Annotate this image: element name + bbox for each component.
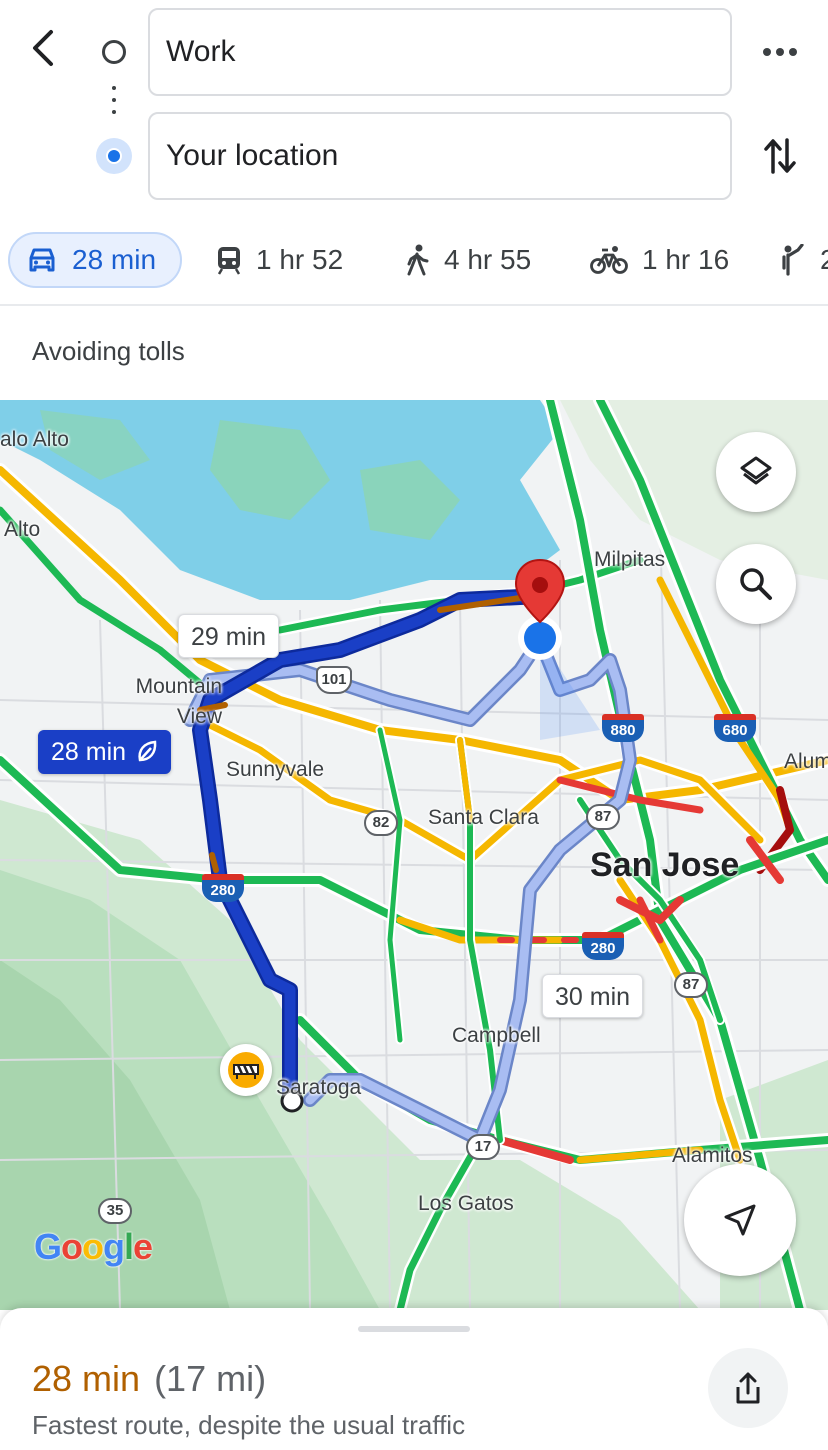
route-summary: 28 min (17 mi) — [32, 1358, 266, 1400]
origin-field-value: Work — [166, 35, 236, 68]
place-label: Alum — [784, 750, 828, 773]
google-logo: Google — [34, 1226, 153, 1267]
route-callout-label: 29 min — [191, 623, 267, 651]
hail-ride-icon — [782, 244, 804, 276]
train-icon — [217, 247, 241, 275]
route-callout-selected[interactable]: 28 min — [38, 730, 172, 774]
route-callout-label: 30 min — [555, 983, 631, 1011]
highway-shield: 87 — [674, 972, 708, 998]
highway-shield: 280 — [582, 932, 624, 960]
route-callout-label: 28 min — [51, 738, 127, 766]
route-duration: 28 min — [32, 1358, 141, 1399]
layers-icon — [740, 456, 772, 485]
place-label: Milpitas — [594, 548, 666, 571]
header-divider — [0, 304, 828, 306]
your-location-marker-icon — [96, 138, 132, 174]
navigation-arrow-icon — [724, 1204, 756, 1236]
directions-header: Work Your location 28 min 1 hr 52 4 hr 5… — [0, 0, 828, 400]
tab-transit-label: 1 hr 52 — [256, 244, 344, 275]
share-button[interactable] — [708, 1348, 788, 1428]
tab-bike[interactable]: 1 hr 16 — [590, 232, 729, 288]
place-label: Santa Clara — [428, 806, 539, 829]
construction-icon — [233, 1064, 259, 1079]
tab-ride-label: 2 — [820, 244, 828, 275]
more-horizontal-icon — [763, 48, 797, 56]
origin-marker-icon — [102, 40, 126, 64]
place-label: Campbell — [452, 1024, 541, 1047]
highway-shield: 880 — [602, 714, 644, 742]
tab-transit[interactable]: 1 hr 52 — [216, 232, 343, 288]
car-icon — [29, 248, 55, 272]
tab-walk-label: 4 hr 55 — [444, 244, 532, 275]
route-description: Fastest route, despite the usual traffic — [32, 1410, 466, 1440]
place-label: Saratoga — [276, 1076, 362, 1099]
origin-field[interactable]: Work — [148, 8, 732, 96]
road-incident-marker[interactable] — [220, 1044, 272, 1096]
tab-ride[interactable]: 2 — [776, 232, 828, 288]
destination-field-value: Your location — [166, 139, 339, 172]
travel-mode-tabs: 28 min 1 hr 52 4 hr 55 1 hr 16 2 — [0, 230, 828, 292]
tab-drive[interactable]: 28 min — [8, 232, 182, 288]
destination-field[interactable]: Your location — [148, 112, 732, 200]
highway-shield: 680 — [714, 714, 756, 742]
place-label: Sunnyvale — [226, 758, 325, 781]
layers-button[interactable] — [716, 432, 796, 512]
highway-shield: 87 — [586, 804, 620, 830]
highway-shield: 101 — [316, 666, 352, 694]
sheet-drag-handle[interactable] — [358, 1326, 470, 1332]
highway-shield: 280 — [202, 874, 244, 902]
tab-drive-label: 28 min — [72, 244, 157, 275]
place-label: Alto — [4, 518, 41, 541]
eco-leaf-icon — [138, 740, 157, 762]
place-label: alo Alto — [0, 428, 69, 451]
place-label: Los Gatos — [418, 1192, 514, 1215]
route-distance: (17 mi) — [154, 1358, 267, 1399]
start-navigation-button[interactable] — [684, 1164, 796, 1276]
bike-icon — [590, 246, 628, 274]
place-label: Mountain View — [135, 675, 222, 728]
search-along-route-button[interactable] — [716, 544, 796, 624]
walk-icon — [407, 244, 429, 276]
route-options-text[interactable]: Avoiding tolls — [32, 336, 185, 367]
highway-shield: 17 — [466, 1134, 500, 1160]
swap-origin-destination-button[interactable] — [756, 132, 804, 180]
tab-bike-label: 1 hr 16 — [642, 244, 730, 275]
more-options-button[interactable] — [756, 28, 804, 76]
swap-vertical-icon — [764, 138, 796, 174]
search-icon — [740, 568, 772, 600]
back-button[interactable] — [20, 22, 68, 74]
route-callout-alt[interactable]: 30 min — [542, 974, 644, 1018]
highway-shield: 82 — [364, 810, 398, 836]
highway-shield: 35 — [98, 1198, 132, 1224]
map-view[interactable]: alo Alto Alto Milpitas Mountain View Sun… — [0, 400, 828, 1310]
tab-walk[interactable]: 4 hr 55 — [404, 232, 531, 288]
back-arrow-icon — [33, 30, 53, 66]
route-connector-dots — [111, 86, 117, 120]
route-summary-sheet[interactable]: 28 min (17 mi) Fastest route, despite the… — [0, 1308, 828, 1450]
share-icon — [736, 1372, 760, 1404]
route-callout-alt[interactable]: 29 min — [178, 614, 280, 658]
city-label: San Jose — [590, 846, 740, 884]
